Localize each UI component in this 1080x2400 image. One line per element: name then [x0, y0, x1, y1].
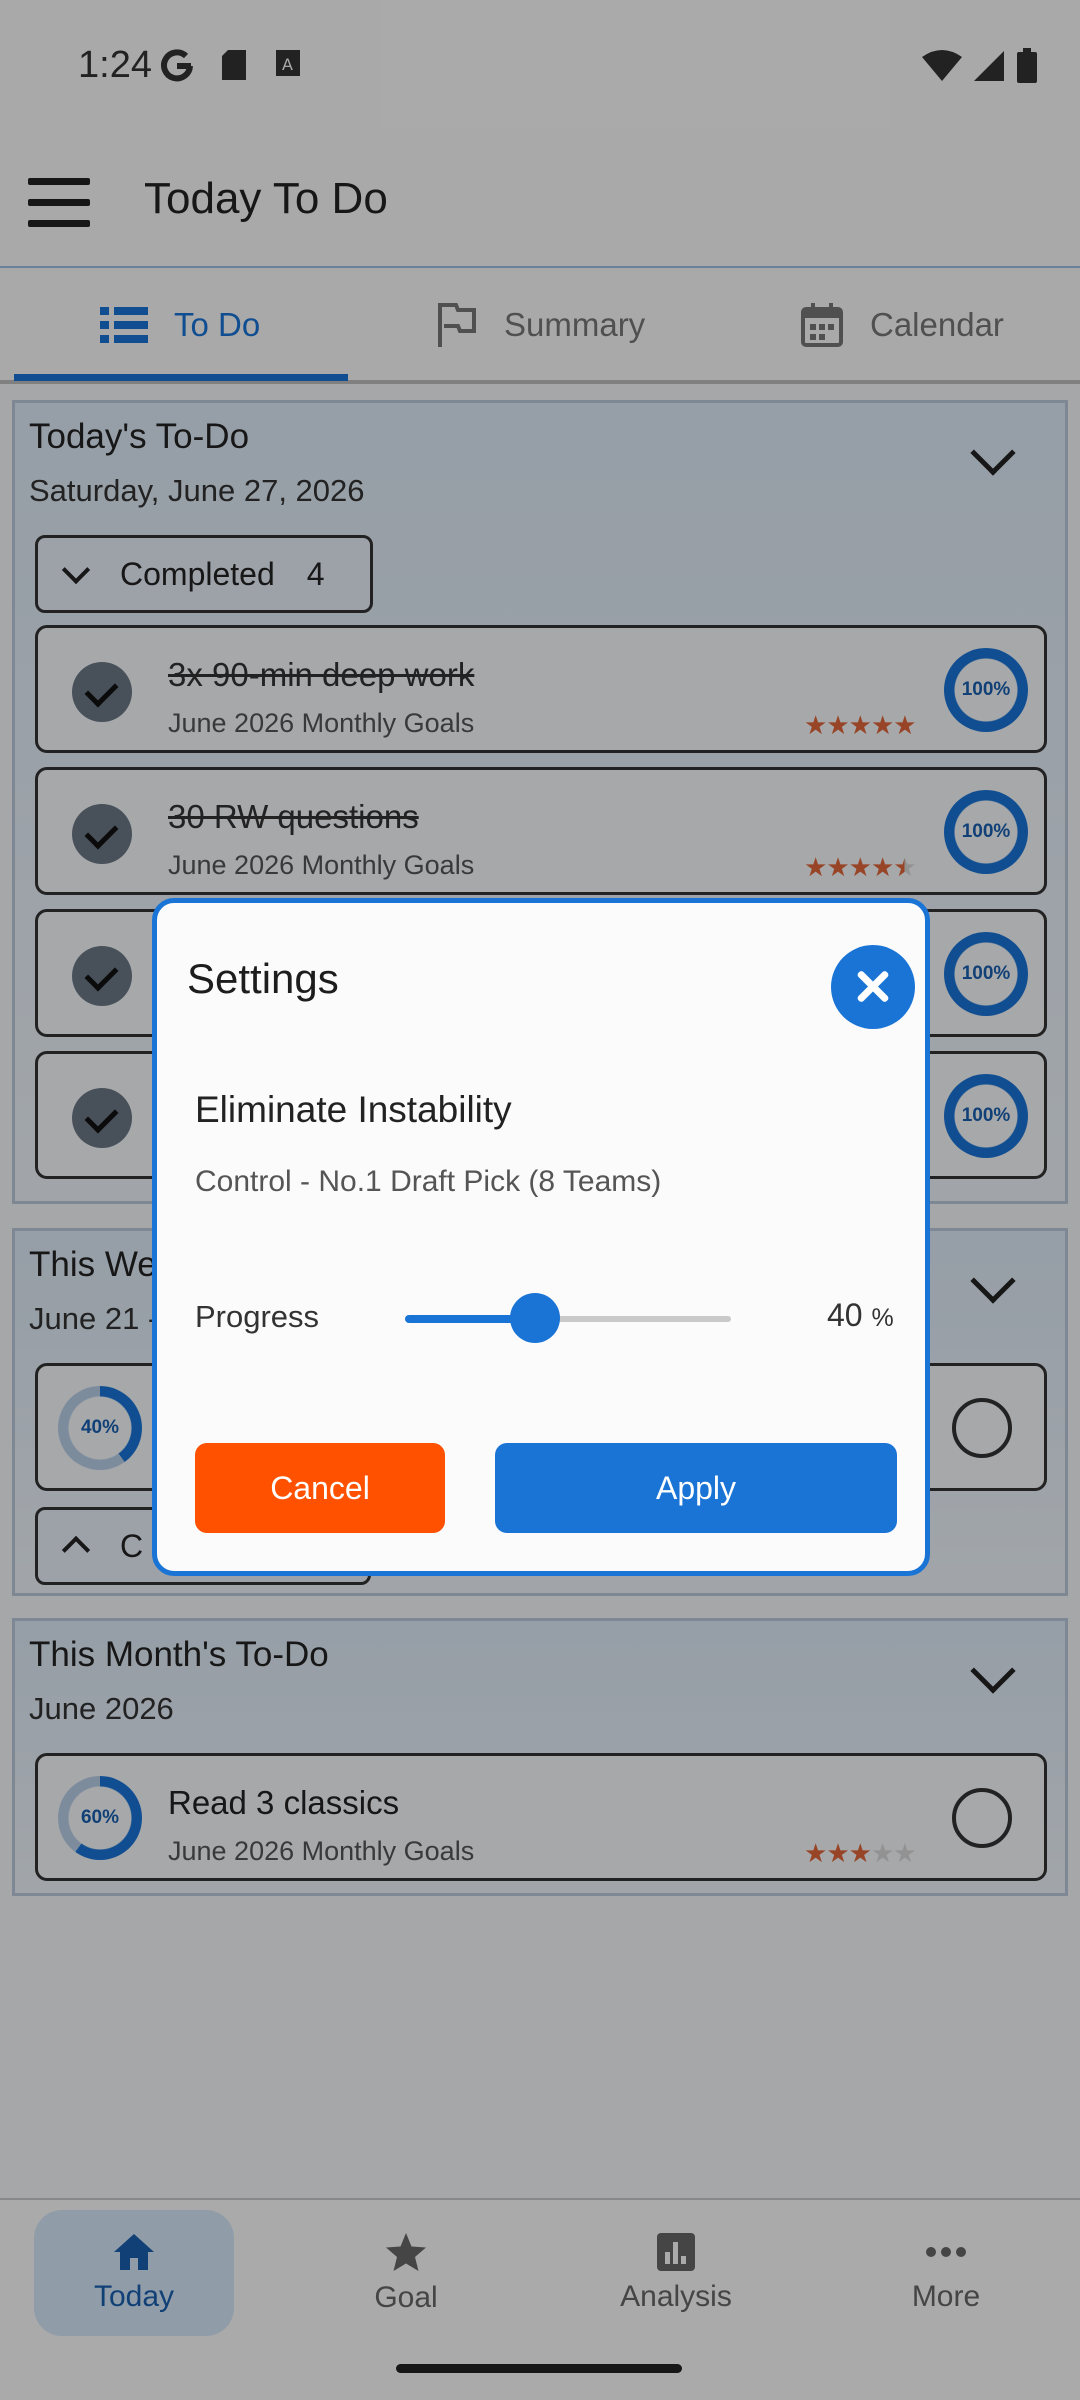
goal-subtitle: Control - No.1 Draft Pick (8 Teams) — [195, 1165, 662, 1198]
cancel-button[interactable]: Cancel — [195, 1443, 445, 1533]
progress-value-unit: % — [871, 1304, 894, 1332]
dialog-title: Settings — [187, 955, 339, 1002]
apply-button[interactable]: Apply — [495, 1443, 897, 1533]
progress-value-number: 40 — [827, 1297, 863, 1333]
progress-slider[interactable] — [405, 1293, 731, 1343]
close-icon[interactable] — [831, 945, 915, 1029]
progress-slider-thumb[interactable] — [510, 1293, 561, 1343]
progress-value: 40 % — [827, 1297, 894, 1334]
progress-label: Progress — [195, 1299, 320, 1334]
goal-title: Eliminate Instability — [195, 1089, 512, 1130]
settings-dialog: Settings Eliminate Instability Control -… — [152, 898, 930, 1576]
